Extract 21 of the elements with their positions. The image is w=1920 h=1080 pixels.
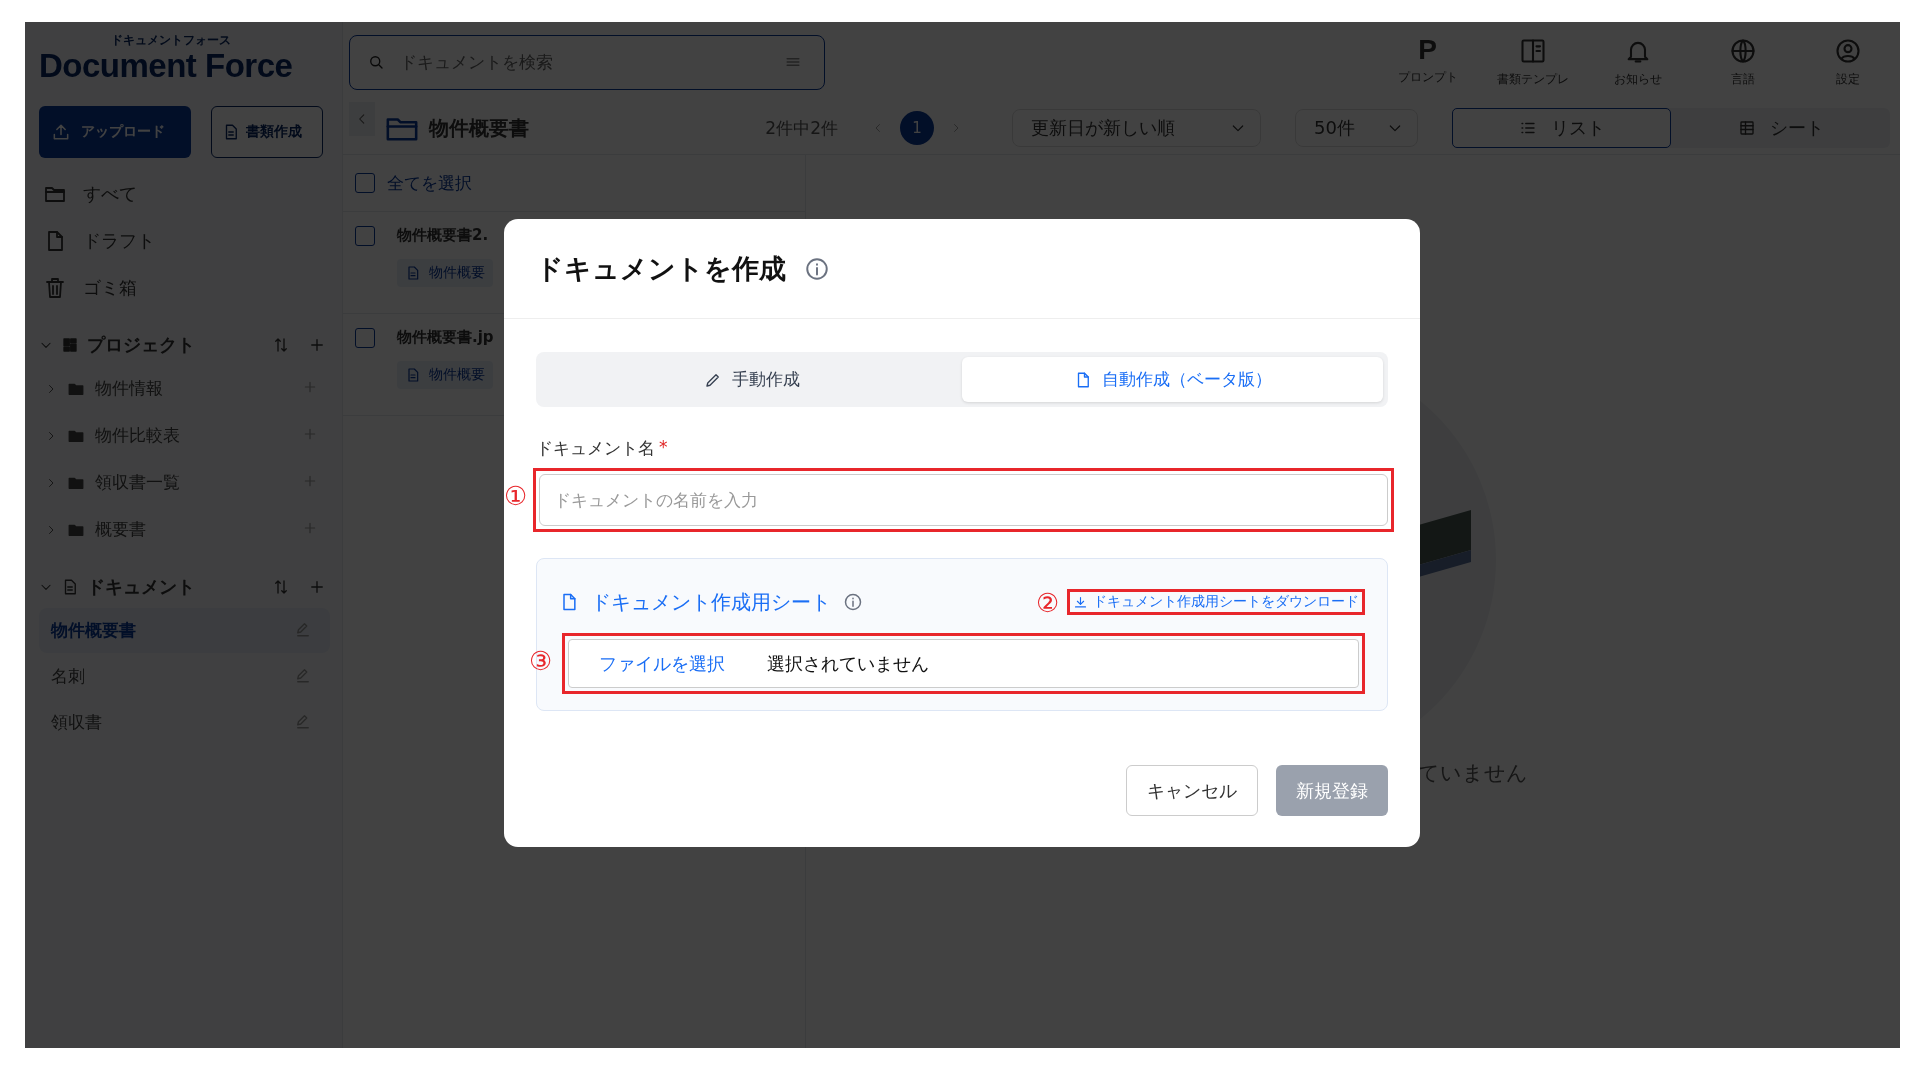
info-icon [843,592,863,612]
mode-tab[interactable]: 手動作成 [541,357,962,402]
annotation-number: ② [1036,590,1060,616]
logo-text: Document Force [39,46,294,86]
dialog-title: ドキュメントを作成 [536,251,786,286]
annotation-number: ① [504,483,528,509]
download-icon [1073,594,1088,610]
field-label: ドキュメント名 [536,437,655,460]
cancel-button[interactable]: キャンセル [1126,765,1258,816]
select-all-label[interactable]: 全てを選択 [387,171,472,195]
annotation-number: ③ [529,648,553,674]
required-mark: * [659,437,668,459]
file-status: 選択されていません [767,651,929,676]
logo-subtitle: ドキュメントフォース [111,34,232,46]
choose-file-button[interactable]: ファイルを選択 [599,651,725,676]
mode-tab[interactable]: 自動作成（ベータ版） [962,357,1383,402]
sheet-title: ドキュメント作成用シート [591,588,831,616]
download-link[interactable]: ドキュメント作成用シートをダウンロード [1073,593,1359,611]
info-icon [804,255,830,282]
document-name-field[interactable]: ドキュメントの名前を入力 [539,474,1388,526]
file-field[interactable]: ファイルを選択 選択されていません [568,639,1359,688]
